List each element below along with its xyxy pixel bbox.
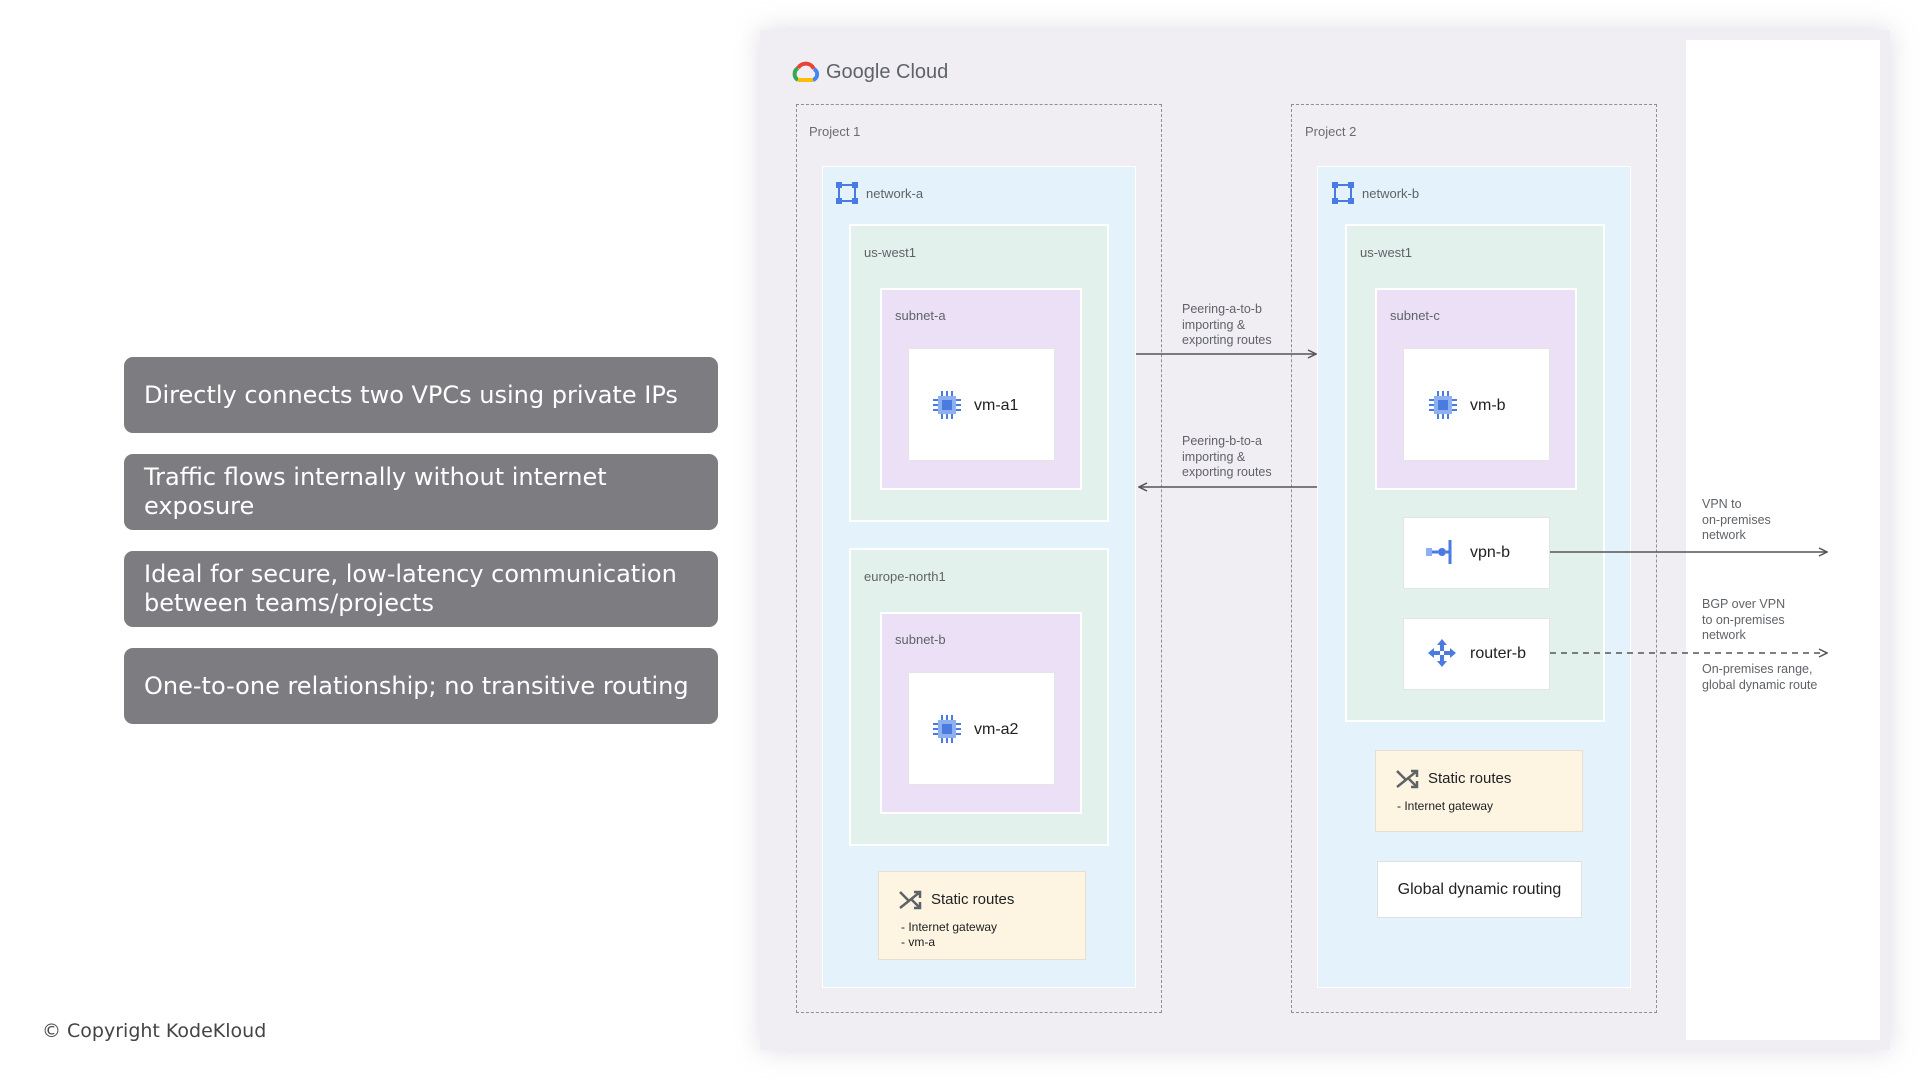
connector-lines: [1136, 0, 1920, 1080]
